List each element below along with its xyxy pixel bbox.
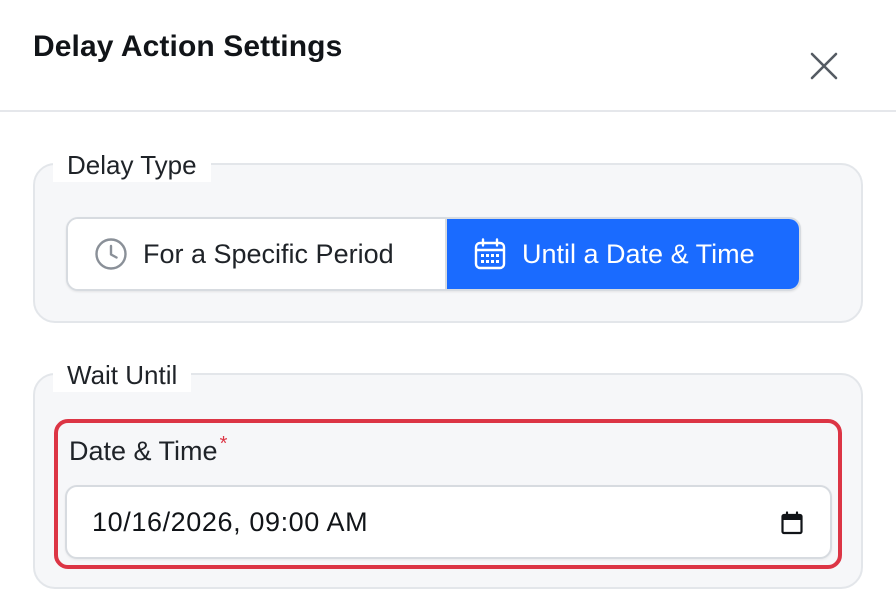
date-time-input[interactable]: 10/16/2026, 09:00 AM [65,485,832,559]
option-specific-period-label: For a Specific Period [143,238,394,269]
delay-type-group: Delay Type For a Specific Period Until a… [33,148,863,323]
calendar-icon [473,237,507,271]
wait-until-group: Wait Until Date & Time * 10/16/2026, 09:0… [33,358,863,589]
wait-until-legend: Wait Until [53,358,192,392]
option-until-date-time-label: Until a Date & Time [522,238,755,269]
panel-title: Delay Action Settings [33,30,343,63]
delay-type-legend: Delay Type [53,148,211,182]
close-button[interactable] [802,44,846,88]
delay-action-settings-panel: Delay Action Settings Delay Type For a S… [0,0,896,604]
delay-type-toggle: For a Specific Period Until a Date & Tim… [66,217,801,291]
date-time-field-highlight: Date & Time * 10/16/2026, 09:00 AM [54,419,842,569]
panel-header: Delay Action Settings [0,0,896,112]
required-marker: * [219,433,228,455]
date-time-label: Date & Time * [69,433,228,467]
date-time-label-text: Date & Time [69,436,218,466]
option-until-date-time[interactable]: Until a Date & Time [447,219,799,289]
clock-icon [94,237,128,271]
option-specific-period[interactable]: For a Specific Period [68,219,447,289]
calendar-icon [781,511,803,535]
date-time-value: 10/16/2026, 09:00 AM [92,506,369,537]
calendar-picker-button[interactable] [778,509,806,537]
close-icon [810,52,838,80]
